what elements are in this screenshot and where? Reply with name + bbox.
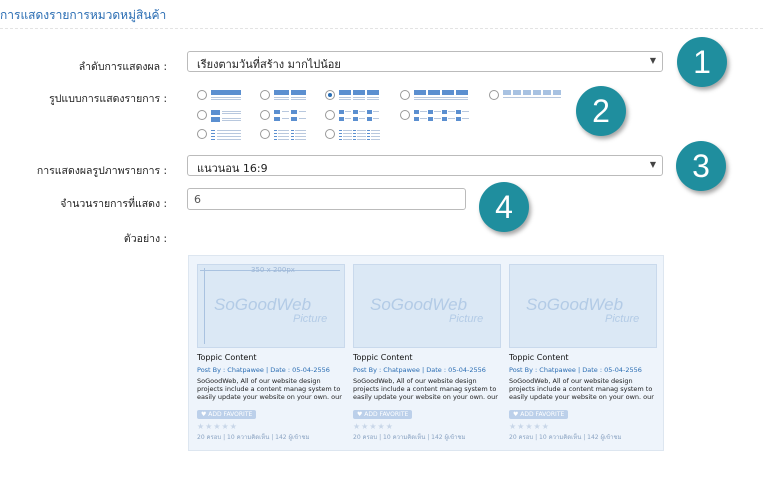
layout-thumb-icon [274, 90, 306, 101]
preview-image: 350 x 200px SoGoodWeb Picture [197, 264, 345, 348]
add-favorite-label: ADD FAVORITE [364, 411, 409, 418]
card-description: SoGoodWeb, All of our website design pro… [197, 377, 342, 401]
preview-image: SoGoodWeb Picture [353, 264, 501, 348]
card-title: Toppic Content [353, 353, 413, 362]
step-badge-2: 2 [576, 86, 626, 136]
chevron-down-icon: ▼ [649, 56, 656, 65]
layout-thumb-icon [339, 90, 381, 101]
image-display-select[interactable]: แนวนอน 16:9 ▼ [187, 155, 663, 176]
logo-watermark-sub: Picture [293, 313, 328, 325]
logo-watermark: SoGoodWeb [526, 295, 624, 314]
layout-thumb-icon [339, 129, 381, 140]
layout-radio[interactable] [400, 110, 410, 120]
layout-thumb-icon [274, 110, 306, 121]
card-stats: 20 ครอบ | 10 ความคิดเห็น | 142 ผู้เข้าชม [353, 434, 466, 441]
layout-radio[interactable] [197, 129, 207, 139]
layout-radio[interactable] [489, 90, 499, 100]
card-meta: Post By : Chatpawee | Date : 05-04-2556 [197, 366, 330, 374]
layout-radio[interactable] [197, 110, 207, 120]
step-badge-4: 4 [479, 182, 529, 232]
preview-panel: 350 x 200px SoGoodWeb Picture Toppic Con… [188, 255, 664, 451]
sort-select-value: เรียงตามวันที่สร้าง มากไปน้อย [197, 58, 341, 71]
example-label: ตัวอย่าง : [123, 233, 167, 245]
add-favorite-label: ADD FAVORITE [520, 411, 565, 418]
title-divider [0, 28, 763, 29]
layout-radio[interactable] [260, 129, 270, 139]
logo-watermark-sub: Picture [449, 313, 484, 325]
layout-radio-selected[interactable] [325, 90, 335, 100]
logo-watermark: SoGoodWeb [370, 295, 468, 314]
layout-radio[interactable] [325, 110, 335, 120]
layout-thumb-icon [414, 110, 470, 121]
preview-card: SoGoodWeb Picture Toppic Content Post By… [353, 264, 501, 442]
layout-label: รูปแบบการแสดงรายการ : [49, 93, 167, 105]
layout-radio[interactable] [400, 90, 410, 100]
card-description: SoGoodWeb, All of our website design pro… [353, 377, 498, 401]
layout-thumb-icon [414, 90, 470, 101]
card-stats: 20 ครอบ | 10 ความคิดเห็น | 142 ผู้เข้าชม [197, 434, 310, 441]
rating-stars-icon: ★★★★★ [509, 422, 550, 431]
sort-label: ลำดับการแสดงผล : [78, 61, 167, 73]
card-description: SoGoodWeb, All of our website design pro… [509, 377, 654, 401]
card-meta: Post By : Chatpawee | Date : 05-04-2556 [353, 366, 486, 374]
logo-watermark: SoGoodWeb [214, 295, 312, 314]
step-badge-1: 1 [677, 37, 727, 87]
layout-thumb-icon [503, 90, 563, 101]
logo-watermark-sub: Picture [605, 313, 640, 325]
layout-radio[interactable] [325, 129, 335, 139]
card-title: Toppic Content [509, 353, 569, 362]
add-favorite-button: ♥ ADD FAVORITE [353, 410, 413, 419]
sort-select[interactable]: เรียงตามวันที่สร้าง มากไปน้อย ▼ [187, 51, 663, 72]
page-title: การแสดงรายการหมวดหมู่สินค้า [0, 8, 167, 22]
step-badge-3: 3 [676, 141, 726, 191]
chevron-down-icon: ▼ [649, 160, 656, 169]
layout-radio[interactable] [260, 110, 270, 120]
layout-thumb-icon [211, 129, 241, 140]
rating-stars-icon: ★★★★★ [353, 422, 394, 431]
layout-radio[interactable] [260, 90, 270, 100]
add-favorite-label: ADD FAVORITE [208, 411, 253, 418]
card-meta: Post By : Chatpawee | Date : 05-04-2556 [509, 366, 642, 374]
preview-image: SoGoodWeb Picture [509, 264, 657, 348]
preview-card: SoGoodWeb Picture Toppic Content Post By… [509, 264, 657, 442]
add-favorite-button: ♥ ADD FAVORITE [197, 410, 257, 419]
layout-thumb-icon [274, 129, 306, 140]
dimension-label: 350 x 200px [251, 266, 295, 274]
image-display-label: การแสดงผลรูปภาพรายการ : [36, 165, 167, 177]
layout-radio[interactable] [197, 90, 207, 100]
count-input[interactable]: 6 [187, 188, 466, 210]
dimension-line [204, 268, 205, 344]
layout-thumb-icon [339, 110, 381, 121]
card-stats: 20 ครอบ | 10 ความคิดเห็น | 142 ผู้เข้าชม [509, 434, 622, 441]
count-label: จำนวนรายการที่แสดง : [60, 198, 167, 210]
layout-thumb-icon [211, 110, 241, 122]
preview-card: 350 x 200px SoGoodWeb Picture Toppic Con… [197, 264, 345, 442]
rating-stars-icon: ★★★★★ [197, 422, 238, 431]
card-title: Toppic Content [197, 353, 257, 362]
image-display-select-value: แนวนอน 16:9 [197, 162, 268, 175]
layout-thumb-icon [211, 90, 241, 101]
add-favorite-button: ♥ ADD FAVORITE [509, 410, 569, 419]
